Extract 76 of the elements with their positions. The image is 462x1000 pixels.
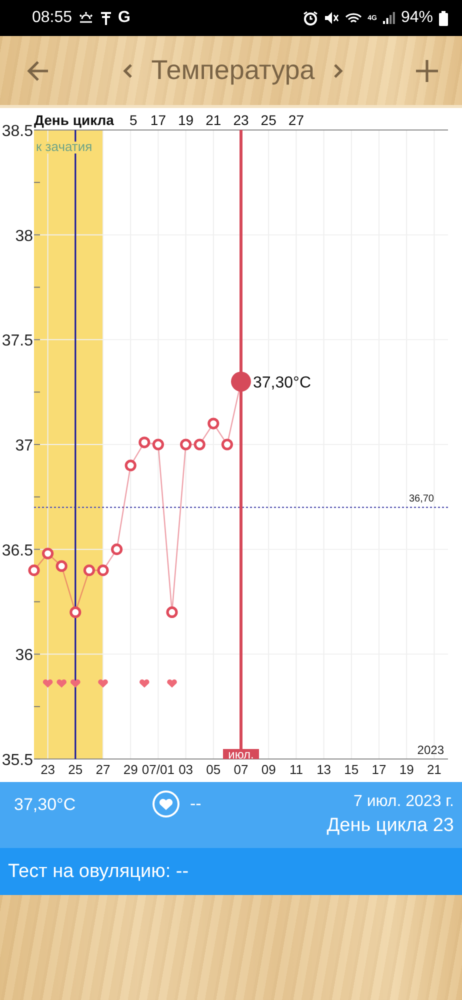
- heart-icon: [140, 679, 150, 688]
- cycle-day-label: 21: [206, 112, 222, 128]
- battery-icon: [439, 10, 448, 26]
- y-tick-label: 35.5: [2, 752, 33, 769]
- temperature-value: 37,30°C: [14, 794, 77, 815]
- chevron-right-icon: [332, 62, 343, 78]
- x-tick-label: 23: [40, 762, 56, 777]
- x-tick-label: 25: [68, 762, 83, 777]
- cycle-day-label: 27: [288, 112, 304, 128]
- data-point[interactable]: [70, 606, 82, 618]
- wifi-icon: [344, 12, 362, 24]
- heart-icon: [98, 679, 108, 688]
- data-point[interactable]: [138, 436, 150, 448]
- data-point[interactable]: [166, 606, 178, 618]
- x-tick-label: 21: [426, 762, 442, 777]
- threshold-label: 36,70: [408, 493, 434, 504]
- screen-title: Температура: [151, 55, 315, 86]
- x-tick-label: 17: [372, 762, 386, 777]
- x-tick-label: 09: [261, 762, 276, 777]
- battery-percent: 94%: [400, 9, 433, 27]
- heart-icon: [167, 679, 177, 688]
- signal-icon: [382, 12, 395, 24]
- ref-line-label: июл.: [228, 748, 254, 762]
- cycle-day-label: 5: [129, 112, 138, 128]
- x-tick-label: 11: [289, 762, 303, 777]
- x-tick-label: 27: [96, 762, 110, 777]
- mute-icon: [324, 11, 339, 25]
- y-tick-label: 38: [15, 228, 33, 245]
- x-tick-label: 19: [399, 762, 414, 777]
- alarm-icon: [302, 10, 318, 26]
- selected-value-label: 37,30°C: [253, 374, 311, 392]
- cycle-day-label: 19: [178, 112, 194, 128]
- data-point[interactable]: [124, 460, 136, 472]
- carrier-letter: G: [118, 9, 130, 27]
- y-tick-label: 36: [15, 647, 33, 664]
- data-point[interactable]: [111, 544, 123, 556]
- cycle-day-axis-title: День цикла: [34, 112, 114, 128]
- y-tick-label: 37.5: [2, 332, 33, 350]
- data-point[interactable]: [28, 564, 40, 576]
- data-point[interactable]: [97, 564, 109, 576]
- antenna-icon: [100, 11, 112, 25]
- x-tick-label: 05: [206, 762, 221, 777]
- month-label: июл.: [223, 748, 259, 762]
- plus-icon: [416, 60, 438, 82]
- selected-data-point[interactable]: [231, 372, 251, 392]
- ovulation-test-label: Тест на овуляцию: --: [8, 860, 189, 882]
- x-tick-label: 07/01: [142, 762, 174, 777]
- cycle-day-label: 17: [150, 112, 166, 128]
- sunrise-icon: [78, 12, 94, 24]
- data-point[interactable]: [152, 438, 164, 450]
- heart-circle-icon[interactable]: [152, 790, 180, 818]
- heart-icon: [42, 679, 53, 688]
- data-point[interactable]: [42, 548, 54, 560]
- x-tick-label: 03: [178, 762, 194, 777]
- cycle-day-label: 23: [233, 112, 249, 128]
- data-point[interactable]: [83, 564, 95, 576]
- year-label: 2023: [417, 743, 444, 757]
- data-point[interactable]: [56, 560, 68, 572]
- cycle-day-label: День цикла 23: [326, 815, 454, 837]
- data-point[interactable]: [180, 438, 192, 450]
- x-tick-label: 07: [234, 762, 248, 777]
- date-label: 7 июл. 2023 г.: [353, 792, 454, 811]
- data-point[interactable]: [208, 418, 220, 430]
- x-tick-label: 29: [123, 762, 138, 777]
- back-arrow-icon: [26, 60, 50, 82]
- data-point[interactable]: [221, 438, 233, 450]
- chevron-left-icon: [123, 62, 134, 78]
- intercourse-value: --: [190, 794, 202, 814]
- y-tick-label: 37: [15, 438, 33, 454]
- y-tick-label: 38.5: [2, 123, 33, 140]
- cycle-day-label: 25: [260, 112, 276, 128]
- status-time: 08:55: [32, 9, 72, 27]
- y-tick-label: 36.5: [2, 542, 33, 560]
- x-tick-label: 15: [344, 762, 359, 777]
- data-point[interactable]: [194, 438, 206, 450]
- x-tick-label: 13: [316, 762, 332, 777]
